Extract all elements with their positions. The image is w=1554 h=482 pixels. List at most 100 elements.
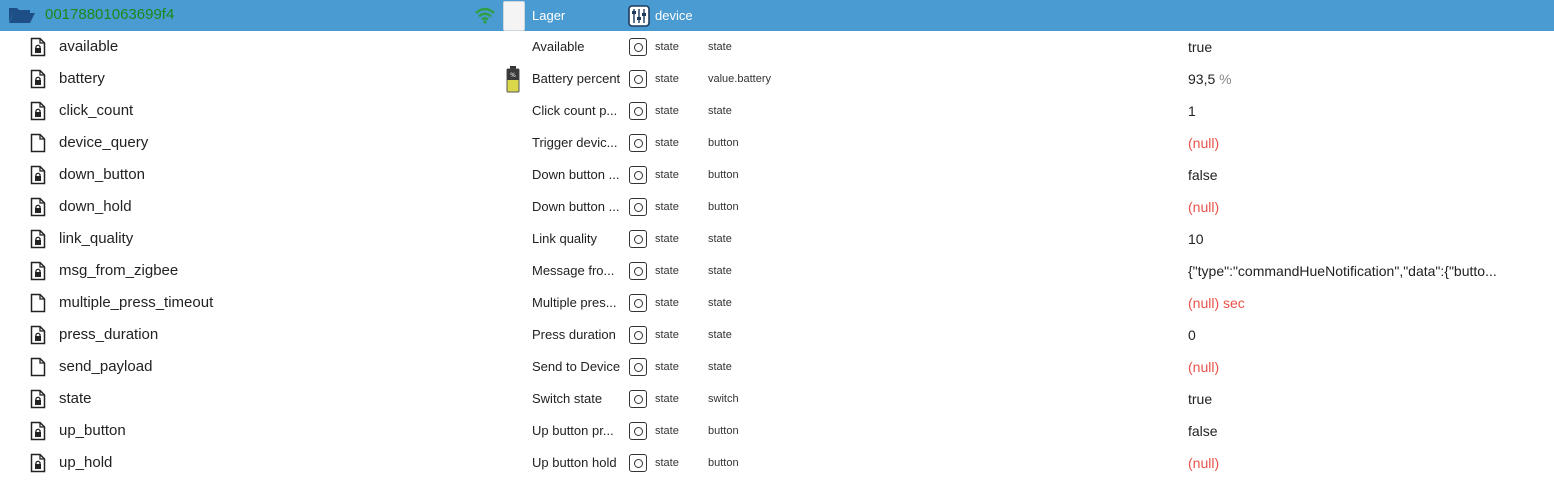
file-lock-icon: [30, 165, 46, 190]
state-role: button: [708, 169, 739, 181]
state-type: state: [655, 425, 679, 437]
state-row-down-button[interactable]: down_button Down button ... state button…: [0, 159, 1554, 191]
state-id: up_hold: [59, 454, 113, 471]
state-value-text: 93,5: [1188, 71, 1216, 87]
state-type: state: [655, 265, 679, 277]
state-row-up-button[interactable]: up_button Up button pr... state button f…: [0, 415, 1554, 447]
room-label: Lager: [532, 8, 566, 23]
state-value[interactable]: {"type":"commandHueNotification","data":…: [1188, 263, 1548, 279]
state-type: state: [655, 41, 679, 53]
state-row-msg-from-zigbee[interactable]: msg_from_zigbee Message fro... state sta…: [0, 255, 1554, 287]
state-value-text: false: [1188, 167, 1218, 183]
battery-icon: %: [506, 65, 520, 98]
state-value[interactable]: true: [1188, 391, 1548, 407]
state-role: state: [708, 265, 732, 277]
state-value[interactable]: true: [1188, 39, 1548, 55]
state-row-available[interactable]: available Available state state true: [0, 31, 1554, 63]
state-id: send_payload: [59, 358, 153, 375]
state-type: state: [655, 137, 679, 149]
state-type-icon: [629, 70, 647, 88]
state-role: button: [708, 137, 739, 149]
state-type: state: [655, 457, 679, 469]
state-type-icon: [629, 358, 647, 376]
state-name: Send to Device: [532, 359, 621, 374]
state-row-battery[interactable]: battery % Battery percent state value.ba…: [0, 63, 1554, 95]
state-name: Trigger devic...: [532, 135, 618, 150]
state-value[interactable]: (null): [1188, 455, 1548, 471]
state-role: button: [708, 425, 739, 437]
state-name: Message fro...: [532, 263, 615, 278]
state-type: state: [655, 105, 679, 117]
device-id: 00178801063699f4: [45, 6, 175, 23]
state-type-icon: [629, 198, 647, 216]
state-name: Link quality: [532, 231, 598, 246]
state-row-up-hold[interactable]: up_hold Up button hold state button (nul…: [0, 447, 1554, 479]
state-value[interactable]: (null) sec: [1188, 295, 1548, 311]
state-type: state: [655, 233, 679, 245]
state-id: press_duration: [59, 326, 159, 343]
state-value[interactable]: false: [1188, 423, 1548, 439]
state-value-text: (null): [1188, 199, 1220, 215]
state-value[interactable]: 1: [1188, 103, 1548, 119]
state-name: Press duration: [532, 327, 616, 342]
file-icon: [30, 133, 46, 158]
state-value[interactable]: (null): [1188, 135, 1548, 151]
file-lock-icon: [30, 453, 46, 478]
state-type: state: [655, 329, 679, 341]
state-row-click-count[interactable]: click_count Click count p... state state…: [0, 95, 1554, 127]
state-type-icon: [629, 294, 647, 312]
state-row-send-payload[interactable]: send_payload Send to Device state state …: [0, 351, 1554, 383]
state-id: state: [59, 390, 92, 407]
state-row-state[interactable]: state Switch state state switch true: [0, 383, 1554, 415]
device-header-row[interactable]: 00178801063699f4 Lager device: [0, 0, 1554, 31]
device-type-icon: [628, 5, 650, 32]
file-lock-icon: [30, 37, 46, 62]
state-type: state: [655, 201, 679, 213]
state-type: state: [655, 297, 679, 309]
state-row-multiple-press-timeout[interactable]: multiple_press_timeout Multiple pres... …: [0, 287, 1554, 319]
state-type: state: [655, 169, 679, 181]
state-id: available: [59, 38, 119, 55]
state-type-icon: [629, 262, 647, 280]
state-row-link-quality[interactable]: link_quality Link quality state state 10: [0, 223, 1554, 255]
state-row-down-hold[interactable]: down_hold Down button ... state button (…: [0, 191, 1554, 223]
state-id: msg_from_zigbee: [59, 262, 179, 279]
file-lock-icon: [30, 261, 46, 286]
state-row-device-query[interactable]: device_query Trigger devic... state butt…: [0, 127, 1554, 159]
state-name: Multiple pres...: [532, 295, 617, 310]
file-lock-icon: [30, 197, 46, 222]
state-type-icon: [629, 102, 647, 120]
state-value-text: 0: [1188, 327, 1196, 343]
state-role: state: [708, 329, 732, 341]
file-lock-icon: [30, 389, 46, 414]
state-value[interactable]: 93,5 %: [1188, 71, 1548, 87]
state-role: switch: [708, 393, 739, 405]
state-name: Down button ...: [532, 199, 620, 214]
state-value[interactable]: false: [1188, 167, 1548, 183]
wifi-icon: [474, 6, 496, 29]
state-role: state: [708, 361, 732, 373]
state-value[interactable]: 0: [1188, 327, 1548, 343]
state-type: state: [655, 73, 679, 85]
state-row-press-duration[interactable]: press_duration Press duration state stat…: [0, 319, 1554, 351]
state-name: Up button hold: [532, 455, 617, 470]
file-lock-icon: [30, 325, 46, 350]
state-value[interactable]: 10: [1188, 231, 1548, 247]
state-value[interactable]: (null): [1188, 359, 1548, 375]
state-role: state: [708, 105, 732, 117]
file-lock-icon: [30, 421, 46, 446]
state-type: state: [655, 361, 679, 373]
state-value[interactable]: (null): [1188, 199, 1548, 215]
folder-open-icon[interactable]: [8, 5, 36, 30]
state-name: Switch state: [532, 391, 603, 406]
state-type-icon: [629, 166, 647, 184]
state-name: Battery percent: [532, 71, 621, 86]
state-type-icon: [629, 134, 647, 152]
state-value-text: true: [1188, 39, 1213, 55]
state-id: down_button: [59, 166, 145, 183]
file-icon: [30, 293, 46, 318]
state-name: Available: [532, 39, 585, 54]
state-name: Down button ...: [532, 167, 620, 182]
file-lock-icon: [30, 229, 46, 254]
state-id: battery: [59, 70, 105, 87]
